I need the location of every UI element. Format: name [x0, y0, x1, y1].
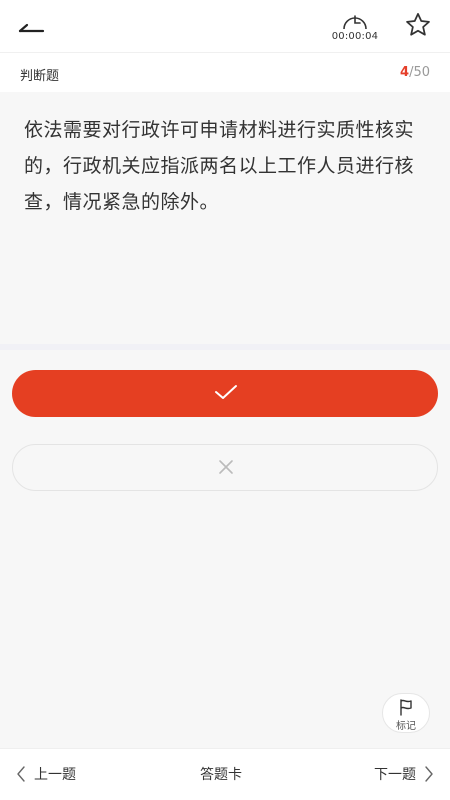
chevron-left-icon	[17, 766, 25, 782]
mark-label: 标记	[396, 721, 416, 732]
question-area: 依法需要对行政许可申请材料进行实质性核实的，行政机关应指派两名以上工作人员进行核…	[0, 92, 450, 344]
answer-false-button[interactable]	[12, 444, 438, 491]
next-question-label: 下一题	[374, 767, 416, 783]
clock-icon	[343, 15, 367, 30]
favorite-button[interactable]	[404, 11, 432, 39]
previous-question-button[interactable]: 上一题	[16, 764, 76, 784]
cross-icon	[219, 460, 233, 474]
back-arrow-icon	[18, 23, 45, 33]
top-bar: 00:00:04	[0, 0, 450, 52]
answer-card-button[interactable]: 答题卡	[200, 764, 242, 784]
answer-true-button[interactable]	[12, 370, 438, 417]
total-questions: /50	[409, 65, 430, 80]
checkmark-icon	[215, 385, 237, 399]
question-meta-row: 判断题 4/50	[0, 52, 450, 92]
previous-question-label: 上一题	[34, 767, 76, 783]
chevron-right-icon	[425, 766, 433, 782]
current-question-number: 4	[400, 65, 410, 80]
bottom-bar: 上一题 答题卡 下一题	[0, 748, 450, 800]
back-button[interactable]	[14, 12, 54, 42]
timer-text: 00:00:04	[331, 31, 379, 42]
question-progress: 4/50	[400, 65, 430, 80]
flag-icon	[400, 699, 412, 716]
question-text: 依法需要对行政许可申请材料进行实质性核实的，行政机关应指派两名以上工作人员进行核…	[24, 119, 415, 213]
question-type-label: 判断题	[20, 69, 60, 84]
divider	[0, 344, 450, 350]
timer[interactable]: 00:00:04	[330, 10, 380, 44]
next-question-button[interactable]: 下一题	[374, 764, 434, 784]
star-icon	[406, 13, 430, 36]
mark-button[interactable]: 标记	[382, 693, 430, 733]
